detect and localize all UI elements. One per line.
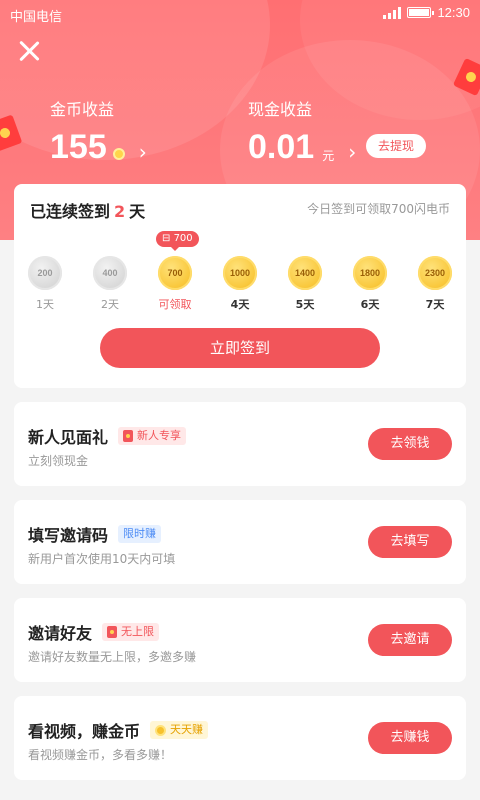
carrier-name: 中国电信 <box>10 9 63 24</box>
signin-title: 已连续签到 2 天 <box>30 198 145 222</box>
task-title-row: 看视频，赚金币 天天赚 <box>28 718 209 742</box>
signin-day-label: 7天 <box>425 298 445 311</box>
task-title: 新人见面礼 <box>28 428 109 447</box>
coin-earnings-label: 金币收益 <box>50 100 115 119</box>
signin-day-label: 4天 <box>230 298 250 311</box>
fill-invite-code-button[interactable]: 去填写 <box>368 526 452 558</box>
clock: 12:30 <box>437 5 470 20</box>
close-icon[interactable] <box>16 38 42 64</box>
withdraw-button[interactable]: 去提现 <box>366 134 426 158</box>
cash-earnings[interactable]: 现金收益 0.01 元 › <box>248 96 356 167</box>
signin-day: 200 1天 <box>15 256 75 312</box>
task-card: 填写邀请码 限时赚 新用户首次使用10天内可填 去填写 <box>14 500 466 584</box>
signal-icon <box>383 6 402 19</box>
task-title: 填写邀请码 <box>28 526 109 545</box>
task-badge-label: 天天赚 <box>170 723 204 736</box>
signin-card: 已连续签到 2 天 今日签到可领取700闪电币 ⊟ 700 200 1天 400 2… <box>14 184 466 388</box>
cash-earnings-value: 0.01 <box>248 128 315 166</box>
task-desc: 邀请好友数量无上限，多邀多赚 <box>28 650 197 664</box>
signin-day: 1800 6天 <box>340 256 400 312</box>
coin-icon: 2300 <box>418 256 452 290</box>
signin-day-label: 5天 <box>295 298 315 311</box>
signin-day-today[interactable]: 700 可领取 <box>145 256 205 312</box>
cash-earnings-label: 现金收益 <box>248 100 313 119</box>
claim-cash-button[interactable]: 去领钱 <box>368 428 452 460</box>
status-bar: 中国电信 12:30 <box>0 0 480 26</box>
task-card: 新人见面礼 新人专享 立刻领现金 去领钱 <box>14 402 466 486</box>
task-desc: 立刻领现金 <box>28 454 89 468</box>
earn-money-button[interactable]: 去赚钱 <box>368 722 452 754</box>
signin-day-label: 2天 <box>101 298 119 311</box>
signin-day: 2300 7天 <box>405 256 465 312</box>
coin-icon: 1000 <box>223 256 257 290</box>
invite-friends-button[interactable]: 去邀请 <box>368 624 452 656</box>
coin-earnings-value: 155 <box>50 128 107 166</box>
signin-days: 2 <box>114 202 126 221</box>
reward-tooltip: ⊟ 700 <box>156 231 199 251</box>
task-badge: 无上限 <box>102 623 160 641</box>
task-card: 邀请好友 无上限 邀请好友数量无上限，多邀多赚 去邀请 <box>14 598 466 682</box>
coin-icon <box>155 724 167 736</box>
signin-title-prefix: 已连续签到 <box>30 202 111 221</box>
chevron-right-icon: › <box>348 139 357 164</box>
task-badge-label: 新人专享 <box>137 429 182 442</box>
signin-button[interactable]: 立即签到 <box>100 328 380 368</box>
signin-day: 1000 4天 <box>210 256 270 312</box>
signin-day-label: 可领取 <box>158 298 192 311</box>
task-badge: 天天赚 <box>150 721 209 739</box>
task-title-row: 填写邀请码 限时赚 <box>28 522 162 546</box>
task-card: 看视频，赚金币 天天赚 看视频赚金币，多看多赚！ 去赚钱 <box>14 696 466 780</box>
signin-title-suffix: 天 <box>129 202 146 221</box>
red-packet-icon <box>123 430 134 442</box>
coin-icon: 200 <box>28 256 62 290</box>
task-title-row: 邀请好友 无上限 <box>28 620 160 644</box>
task-desc: 看视频赚金币，多看多赚！ <box>28 748 173 762</box>
cash-unit: 元 <box>322 149 335 163</box>
signin-day-label: 1天 <box>36 298 54 311</box>
task-badge: 新人专享 <box>118 427 187 445</box>
chevron-right-icon: › <box>138 139 147 164</box>
task-title: 邀请好友 <box>28 624 93 643</box>
task-title-row: 新人见面礼 新人专享 <box>28 424 187 448</box>
task-badge-label: 限时赚 <box>123 527 157 540</box>
signin-day: 1400 5天 <box>275 256 335 312</box>
coin-icon: 1400 <box>288 256 322 290</box>
coin-icon: 1800 <box>353 256 387 290</box>
coin-icon: 700 <box>158 256 192 290</box>
coin-earnings[interactable]: 金币收益 155 › <box>50 96 147 167</box>
signin-day-label: 6天 <box>360 298 380 311</box>
task-title: 看视频，赚金币 <box>28 722 141 741</box>
task-badge: 限时赚 <box>118 525 162 543</box>
battery-icon <box>407 7 435 18</box>
red-packet-icon <box>107 626 118 638</box>
signin-hint: 今日签到可领取700闪电币 <box>307 202 450 216</box>
reward-tooltip-value: 700 <box>173 233 193 244</box>
coin-icon: 400 <box>93 256 127 290</box>
task-badge-label: 无上限 <box>121 625 155 638</box>
signin-day: 400 2天 <box>80 256 140 312</box>
coin-icon <box>112 147 125 160</box>
task-desc: 新用户首次使用10天内可填 <box>28 552 176 566</box>
